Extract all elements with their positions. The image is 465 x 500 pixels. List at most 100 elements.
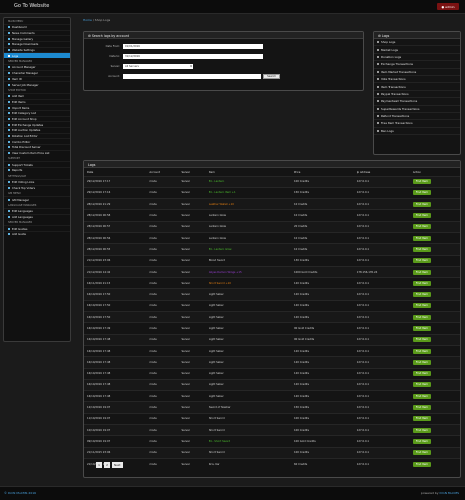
date-to-label: Date to: [109,54,120,58]
cell-item: Light Saber [205,378,291,391]
cell-price: 100 Gold Credits [291,435,354,448]
logs-menu-item-refund-transactions[interactable]: Refund Transactions [374,113,460,121]
logs-menu-item-donation-logs[interactable]: Donation Logs [374,54,460,62]
sidebar-item-label: Combo Editor [12,139,31,144]
logs-menu-item-shop-logs[interactable]: Shop Logs [374,39,460,47]
cell-price: 10 Credits [291,231,354,244]
page-button-2[interactable]: 2 [104,462,110,468]
find-item-button[interactable]: Find Item [412,348,431,354]
cell-price: 100 Credits [291,412,354,425]
credit-link[interactable]: DmN MuCMS [439,491,459,495]
logs-menu-item-free-item-transactions[interactable]: Free Item Transactions [374,120,460,128]
search-button[interactable]: Search [263,73,280,79]
bullet-icon [8,83,10,86]
column-header-action: Action [412,170,422,174]
find-item-button[interactable]: Find Item [412,280,431,286]
logs-menu-item-ban-logs[interactable]: Ban Logs [374,128,460,136]
cell-item: Light Saber [205,344,291,357]
cell-account: mode [146,435,179,448]
table-row: 28/12/2016 21:29 mode Server Leather Wallet… [84,198,460,210]
sidebar-item-label: Item ID [12,76,22,81]
find-item-button[interactable]: Find Item [412,235,431,241]
sidebar-item-label: Reports [12,168,23,173]
sidebar-item-label: Logs [12,53,19,58]
find-item-button[interactable]: Find Item [412,314,431,320]
account-row: Account: Search [90,73,280,79]
admin-user-button[interactable]: ● admin [437,3,459,10]
cell-ip: 127.0.0.1 [353,231,410,244]
find-item-button[interactable]: Find Item [412,416,431,422]
cell-price: 20 Credits [291,220,354,233]
cell-date: 21/12/2016 23:06 [84,254,147,267]
server-select[interactable]: All Servers ▼ [123,63,193,69]
logs-menu-item-label: Market Logs [381,47,398,52]
cell-server: Server [178,424,206,436]
page-button-next[interactable]: Next [112,462,123,468]
find-item-button[interactable]: Find Item [412,382,431,388]
find-item-button[interactable]: Find Item [412,405,431,411]
find-item-button[interactable]: Find Item [412,450,431,456]
logs-menu-item-label: Item Market Transactions [381,69,417,74]
cell-action: Find Item [409,356,460,369]
find-item-button[interactable]: Find Item [412,201,431,207]
list-icon [377,129,379,132]
find-item-button[interactable]: Find Item [412,461,431,467]
cell-account: mode [146,265,179,278]
cell-server: Server [178,311,206,323]
account-input[interactable] [122,73,262,79]
cell-account: mode [146,175,179,188]
breadcrumb-home-link[interactable]: Home [83,18,92,22]
date-to-input[interactable]: 31/12/2016 [123,53,263,59]
find-item-button[interactable]: Find Item [412,213,431,219]
table-row: 28/12/2016 00:55 mode Server Ez.. Lantern G… [84,243,460,256]
go-to-website-link[interactable]: Go To Website [14,3,49,9]
bullet-icon [8,215,10,218]
find-item-button[interactable]: Find Item [412,371,431,377]
logs-menu-item-market-logs[interactable]: Market Logs [374,46,460,54]
table-row: 29/12/2016 17:16 mode Server Ez.. Lantern I… [84,186,460,199]
cell-ip: 127.0.0.1 [353,378,410,391]
logs-menu-item-label: Donation Logs [381,54,402,59]
cell-price: 90 Gold Credits [291,333,354,346]
find-item-button[interactable]: Find Item [412,438,431,444]
find-item-button[interactable]: Find Item [412,427,431,433]
cell-item: Ez.. Short Sword [205,435,291,448]
logs-menu-item-paypal-transactions[interactable]: Paypal Transactions [374,91,460,99]
find-item-button[interactable]: Find Item [412,269,431,275]
sidebar-item-label: Edit Languages [12,209,33,214]
logs-menu-item-paymentwall-transactions[interactable]: Paymentwall Transactions [374,98,460,106]
cell-price: 90 Gold Credits [291,322,354,335]
find-item-button[interactable]: Find Item [412,393,431,399]
copyright-text: © DmN MuCMS 2016 [4,491,37,495]
bullet-icon [8,95,10,98]
find-item-button[interactable]: Find Item [412,292,431,298]
find-item-button[interactable]: Find Item [412,190,431,196]
logs-menu-item-label: Vote Transactions [381,77,406,82]
find-item-button[interactable]: Find Item [412,246,431,252]
find-item-button[interactable]: Find Item [412,337,431,343]
cell-action: Find Item [409,378,460,391]
logs-menu-item-vote-transactions[interactable]: Vote Transactions [374,76,460,84]
logs-menu-item-superrewards-transactions[interactable]: SuperRewards Transactions [374,106,460,113]
find-item-button[interactable]: Find Item [412,224,431,230]
logs-menu-item-exchange-transactions[interactable]: Exchange Transactions [374,61,460,69]
sidebar-item-add-guide[interactable]: Add Guide [4,230,70,237]
cell-action: Find Item [409,220,460,233]
cell-item: Light Saber [205,322,291,335]
logs-menu-item-item-market-transactions[interactable]: Item Market Transactions [374,69,460,76]
find-item-button[interactable]: Find Item [412,303,431,309]
find-item-button[interactable]: Find Item [412,179,431,185]
cell-price: 60 Credits [291,457,354,470]
cell-server: Server [178,288,206,301]
cell-price: 130 Credits [291,254,354,267]
cell-action: Find Item [409,457,460,470]
logs-menu-item-item-transactions[interactable]: Item Transactions [374,83,460,91]
sidebar-item-label: GM Manager [12,197,30,202]
find-item-button[interactable]: Find Item [412,326,431,331]
bullet-icon [8,100,10,103]
find-item-button[interactable]: Find Item [412,359,431,365]
page-button-1[interactable]: 1 [96,462,102,468]
date-from-input[interactable]: 01/01/2016 [123,43,263,49]
find-item-button[interactable]: Find Item [412,258,431,264]
table-row: 09/10/2016 19:07 mode Server Ez.. Short Swo… [84,435,460,448]
